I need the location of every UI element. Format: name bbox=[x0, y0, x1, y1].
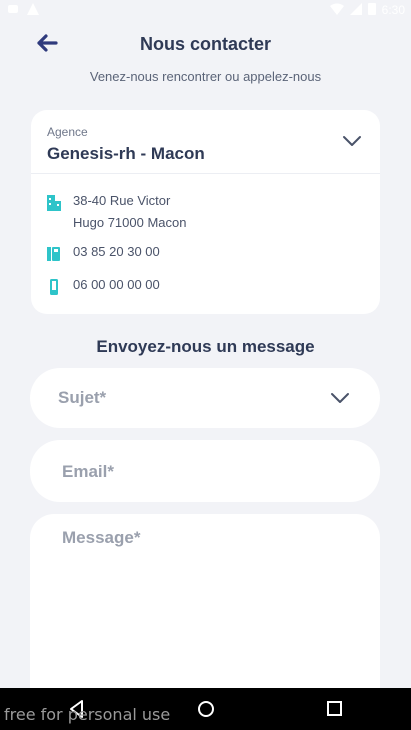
agency-label: Agence bbox=[47, 125, 88, 139]
page-subtitle: Venez-nous rencontrer ou appelez-nous bbox=[89, 69, 322, 84]
chevron-down-icon bbox=[330, 391, 350, 405]
signal-icon bbox=[349, 2, 362, 18]
status-left bbox=[6, 2, 40, 19]
subject-select[interactable]: Sujet* bbox=[30, 368, 380, 428]
page-title: Nous contacter bbox=[139, 34, 272, 54]
message-field[interactable]: Message* bbox=[30, 514, 380, 714]
agency-card: Agence Genesis-rh - Macon 38-40 Rue Vict… bbox=[31, 110, 380, 314]
header: Nous contacter bbox=[0, 28, 411, 62]
watermark-text: free for personal use bbox=[4, 705, 171, 724]
message-section-title: Envoyez-nous un message bbox=[96, 337, 315, 356]
status-right: 6:30 bbox=[329, 2, 405, 18]
message-placeholder: Message* bbox=[62, 528, 141, 547]
building-icon bbox=[47, 195, 61, 211]
nav-home-icon[interactable] bbox=[195, 698, 217, 720]
battery-icon bbox=[367, 2, 376, 18]
nav-recent-apps-icon[interactable] bbox=[324, 698, 346, 720]
warning-icon bbox=[26, 2, 40, 19]
email-placeholder: Email* bbox=[62, 462, 114, 481]
subject-placeholder: Sujet* bbox=[58, 388, 107, 407]
address-line-1: 38-40 Rue Victor bbox=[73, 193, 171, 208]
status-bar: 6:30 bbox=[0, 0, 411, 20]
agency-select[interactable]: Agence Genesis-rh - Macon bbox=[31, 110, 380, 174]
mobile-icon bbox=[47, 279, 61, 295]
agency-address-text: 38-40 Rue Victor Hugo 71000 Macon bbox=[73, 190, 186, 234]
chevron-down-icon bbox=[342, 134, 362, 148]
agency-value: Genesis-rh - Macon bbox=[47, 144, 205, 163]
status-time: 6:30 bbox=[381, 3, 405, 17]
address-line-2: Hugo 71000 Macon bbox=[73, 215, 187, 230]
phone-icon bbox=[47, 246, 61, 262]
notification-icon bbox=[6, 2, 20, 19]
agency-mobile[interactable]: 06 00 00 00 00 bbox=[47, 277, 160, 295]
agency-address: 38-40 Rue Victor Hugo 71000 Macon bbox=[47, 190, 247, 234]
agency-phone-number: 03 85 20 30 00 bbox=[73, 244, 160, 259]
agency-mobile-number: 06 00 00 00 00 bbox=[73, 277, 160, 292]
wifi-icon bbox=[329, 3, 344, 18]
email-field[interactable]: Email* bbox=[30, 440, 380, 502]
agency-phone[interactable]: 03 85 20 30 00 bbox=[47, 244, 160, 262]
